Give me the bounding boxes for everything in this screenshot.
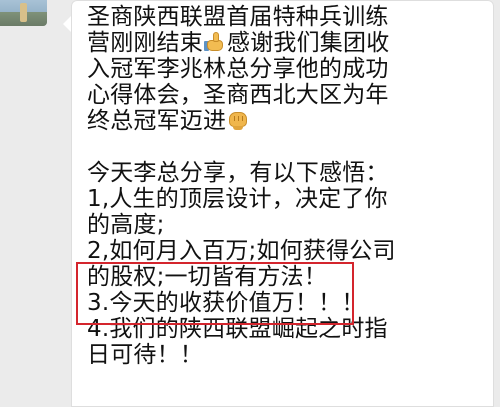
message-line: 日可待！！	[87, 342, 203, 368]
message-line: 4.我们的陕西联盟崛起之时指	[87, 316, 388, 342]
message-line: 营刚刚结束 感谢我们集团收	[87, 30, 482, 56]
chat-screen: 圣商陕西联盟首届特种兵训练 营刚刚结束 感谢我们集团收 入冠军李兆林总分享他的成功…	[0, 0, 500, 407]
message-line: 3.今天的收获价值万！！！	[87, 290, 365, 316]
message-line: 1,人生的顶层设计，决定了你	[87, 186, 388, 212]
message-line-part: 终总冠军迈进	[87, 108, 227, 134]
avatar[interactable]	[0, 0, 47, 26]
message-text: 圣商陕西联盟首届特种兵训练 营刚刚结束 感谢我们集团收 入冠军李兆林总分享他的成功…	[87, 4, 482, 368]
message-line: 今天李总分享，有以下感悟：	[87, 160, 389, 186]
message-line-part: 感谢我们集团收	[227, 30, 390, 56]
message-line: 终总冠军迈进	[87, 108, 482, 134]
message-line: 心得体会，圣商西北大区为年	[87, 82, 389, 108]
message-line: 圣商陕西联盟首届特种兵训练	[87, 4, 389, 30]
fist-icon	[227, 109, 249, 131]
message-line: 2,如何月入百万;如何获得公司	[87, 238, 396, 264]
message-bubble[interactable]: 圣商陕西联盟首届特种兵训练 营刚刚结束 感谢我们集团收 入冠军李兆林总分享他的成功…	[63, 0, 494, 407]
thumbs-up-icon	[204, 31, 226, 53]
avatar-figure	[20, 3, 27, 22]
message-line: 的股权;一切皆有方法！	[87, 264, 327, 290]
message-line: 的高度;	[87, 212, 165, 238]
message-line-part: 营刚刚结束	[87, 30, 203, 56]
message-line: 入冠军李兆林总分享他的成功	[87, 56, 389, 82]
